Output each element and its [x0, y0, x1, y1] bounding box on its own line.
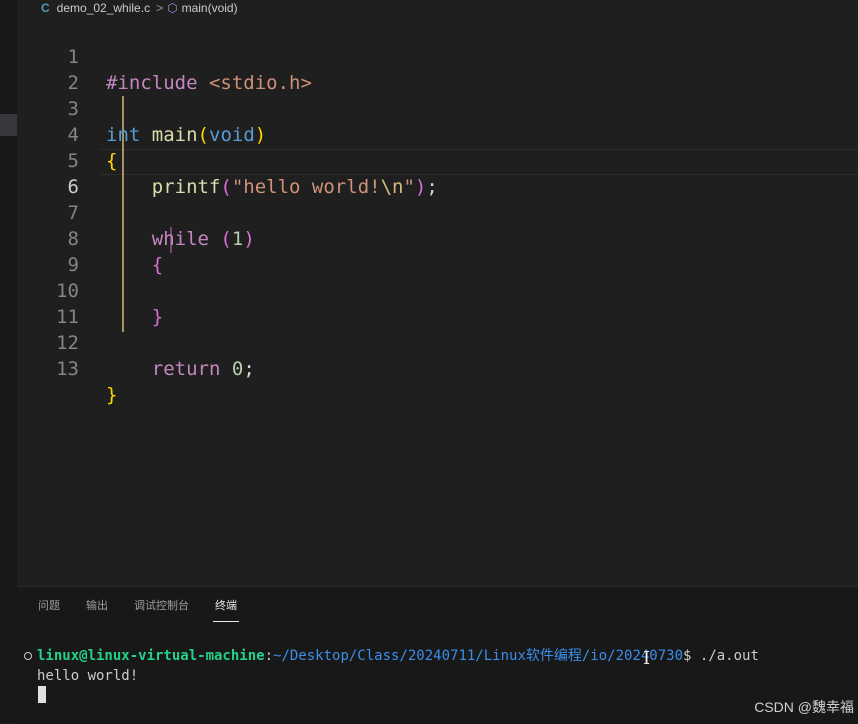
token-brace: } [106, 384, 118, 406]
code-line-active: 6 [17, 148, 858, 198]
bottom-panel: 问题 输出 调试控制台 终端 linux@linux-virtual-machi… [17, 586, 858, 724]
activity-active-marker [0, 114, 17, 136]
code-line: 3 int main(void) [17, 70, 858, 146]
tab-output[interactable]: 输出 [86, 596, 108, 621]
command-status-icon[interactable] [24, 652, 32, 660]
text-cursor-icon: I [643, 648, 651, 669]
line-number: 13 [56, 358, 79, 380]
terminal-prompt-line[interactable]: linux@linux-virtual-machine:~/Desktop/Cl… [37, 647, 759, 665]
code-line: 10 } [17, 252, 858, 328]
tab-terminal[interactable]: 终端 [213, 596, 239, 622]
code-line: 12 return 0; [17, 304, 858, 380]
code-line: 13 } [17, 330, 858, 406]
terminal-output-line: hello world! [37, 668, 139, 684]
c-file-icon: C [41, 1, 50, 15]
watermark: CSDN @魏幸福 [754, 699, 854, 715]
terminal-path: ~/Desktop/Class/20240711/Linux软件编程/io/20… [273, 648, 684, 664]
code-line: 4 { [17, 96, 858, 172]
code-line: 2 [17, 44, 858, 94]
tab-debug-console[interactable]: 调试控制台 [134, 596, 189, 621]
terminal-colon: : [264, 648, 274, 664]
terminal-cursor [38, 686, 46, 703]
breadcrumb-file[interactable]: demo_02_while.c [57, 1, 150, 15]
token-number: 0 [231, 358, 244, 380]
token-semicolon: ; [243, 358, 255, 380]
chevron-right-icon: > [156, 1, 164, 15]
breadcrumb: C demo_02_while.c > ⬡ main(void) [17, 0, 858, 16]
method-symbol-icon: ⬡ [167, 1, 178, 15]
terminal-command: $ ./a.out [683, 648, 759, 664]
token-keyword: return [151, 358, 221, 380]
tab-problems[interactable]: 问题 [38, 596, 60, 621]
code-line: 7 while (1) [17, 174, 858, 250]
breadcrumb-symbol[interactable]: main(void) [182, 1, 238, 15]
activity-bar [0, 0, 17, 723]
panel-tabs: 问题 输出 调试控制台 终端 [38, 596, 265, 622]
code-line: 5 printf("hello world!\n"); [17, 122, 858, 198]
terminal-user-host: linux@linux-virtual-machine [37, 648, 265, 664]
code-editor[interactable]: 1 #include <stdio.h> 2 3 int main(void) … [17, 18, 858, 586]
code-line: 11 [17, 278, 858, 328]
code-line: 9 [17, 226, 858, 276]
code-line: 1 #include <stdio.h> [17, 18, 858, 94]
code-line: 8 { [17, 200, 858, 276]
